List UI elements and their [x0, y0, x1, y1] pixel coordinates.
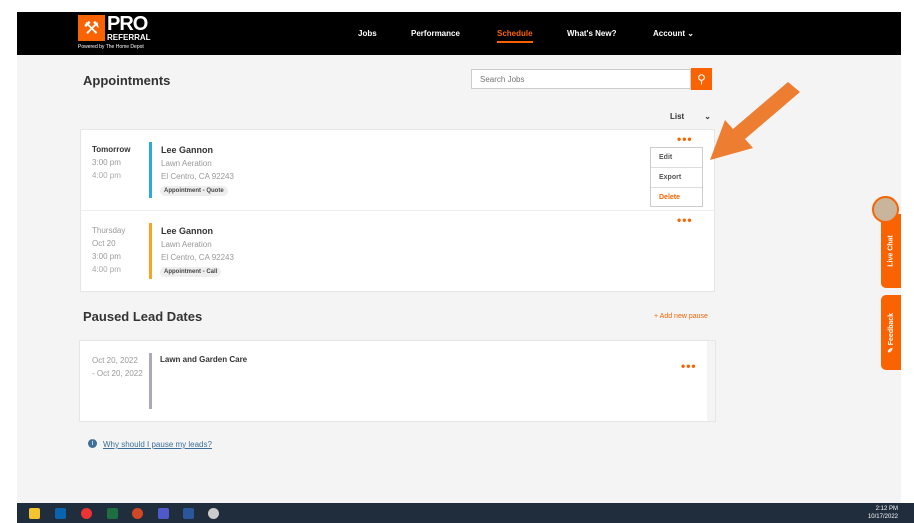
- more-options-icon[interactable]: •••: [677, 132, 693, 146]
- logo-tagline: Powered by The Home Depot: [78, 44, 144, 50]
- appt-location: El Centro, CA 92243: [161, 172, 234, 181]
- appointment-item[interactable]: Tomorrow 3:00 pm 4:00 pm Lee Gannon Lawn…: [81, 130, 714, 211]
- paused-list: Oct 20, 2022 - Oct 20, 2022 Lawn and Gar…: [79, 340, 716, 422]
- add-pause-link[interactable]: + Add new pause: [654, 313, 708, 320]
- powerpoint-icon[interactable]: [132, 508, 143, 519]
- app-icon[interactable]: [208, 508, 219, 519]
- outlook-icon[interactable]: [55, 508, 66, 519]
- page-title: Appointments: [83, 73, 171, 88]
- appt-service: Lawn Aeration: [161, 240, 212, 249]
- pause-category: Lawn and Garden Care: [160, 355, 248, 364]
- appt-day: Tomorrow: [92, 145, 131, 154]
- nav-whats-new[interactable]: What's New?: [567, 29, 616, 38]
- clock-date: 10/17/2022: [867, 514, 898, 520]
- pause-help-link[interactable]: Why should I pause my leads?: [103, 440, 212, 449]
- word-icon[interactable]: [183, 508, 194, 519]
- appt-type-badge: Appointment - Call: [160, 267, 222, 277]
- excel-icon[interactable]: [107, 508, 118, 519]
- nav-account[interactable]: Account ⌄: [653, 29, 694, 38]
- nav-performance[interactable]: Performance: [411, 29, 460, 38]
- annotation-arrow: [710, 82, 800, 160]
- nav-schedule[interactable]: Schedule: [497, 29, 533, 43]
- more-options-icon[interactable]: •••: [681, 359, 697, 373]
- appt-date: Oct 20: [92, 239, 116, 248]
- agent-avatar[interactable]: [872, 196, 899, 223]
- appt-name: Lee Gannon: [161, 145, 214, 155]
- appt-end: 4:00 pm: [92, 171, 121, 180]
- appt-name: Lee Gannon: [161, 226, 214, 236]
- chrome-icon[interactable]: [81, 508, 92, 519]
- appt-start: 3:00 pm: [92, 252, 121, 261]
- taskbar: 2:12 PM 10/17/2022: [17, 503, 914, 523]
- menu-edit[interactable]: Edit: [651, 148, 702, 168]
- pause-to: - Oct 20, 2022: [92, 369, 143, 378]
- appt-color-bar: [149, 142, 152, 198]
- more-options-icon[interactable]: •••: [677, 213, 693, 227]
- appt-location: El Centro, CA 92243: [161, 253, 234, 262]
- logo-subtext: REFERRAL: [107, 33, 151, 42]
- appointment-item[interactable]: Thursday Oct 20 3:00 pm 4:00 pm Lee Gann…: [81, 211, 714, 292]
- pause-bar: [149, 353, 152, 409]
- view-label: List: [670, 112, 685, 121]
- live-chat-button[interactable]: Live Chat: [881, 214, 901, 288]
- clock-time: 2:12 PM: [875, 506, 898, 512]
- info-icon: i: [88, 439, 97, 448]
- live-chat-label: Live Chat: [887, 235, 895, 267]
- clock[interactable]: 2:12 PM 10/17/2022: [868, 505, 898, 521]
- pro-referral-logo[interactable]: ⚒ PRO REFERRAL Powered by The Home Depot: [78, 13, 158, 53]
- appointments-list: Tomorrow 3:00 pm 4:00 pm Lee Gannon Lawn…: [80, 129, 715, 292]
- appt-day: Thursday: [92, 226, 126, 235]
- feedback-label: ✎ Feedback: [888, 312, 895, 353]
- search-input[interactable]: [471, 69, 691, 89]
- options-menu: Edit Export Delete: [650, 147, 703, 207]
- menu-export[interactable]: Export: [651, 168, 702, 188]
- scrollbar[interactable]: [707, 341, 715, 421]
- appt-type-badge: Appointment - Quote: [160, 186, 228, 196]
- nav-jobs[interactable]: Jobs: [358, 29, 377, 38]
- appt-start: 3:00 pm: [92, 158, 121, 167]
- paused-title: Paused Lead Dates: [83, 309, 203, 324]
- menu-delete[interactable]: Delete: [651, 188, 702, 208]
- file-explorer-icon[interactable]: [29, 508, 40, 519]
- tools-icon: ⚒: [78, 15, 105, 41]
- appt-color-bar: [149, 223, 152, 279]
- appt-end: 4:00 pm: [92, 265, 121, 274]
- appt-service: Lawn Aeration: [161, 159, 212, 168]
- feedback-button[interactable]: ✎ Feedback: [881, 295, 901, 370]
- pause-from: Oct 20, 2022: [92, 356, 138, 365]
- teams-icon[interactable]: [158, 508, 169, 519]
